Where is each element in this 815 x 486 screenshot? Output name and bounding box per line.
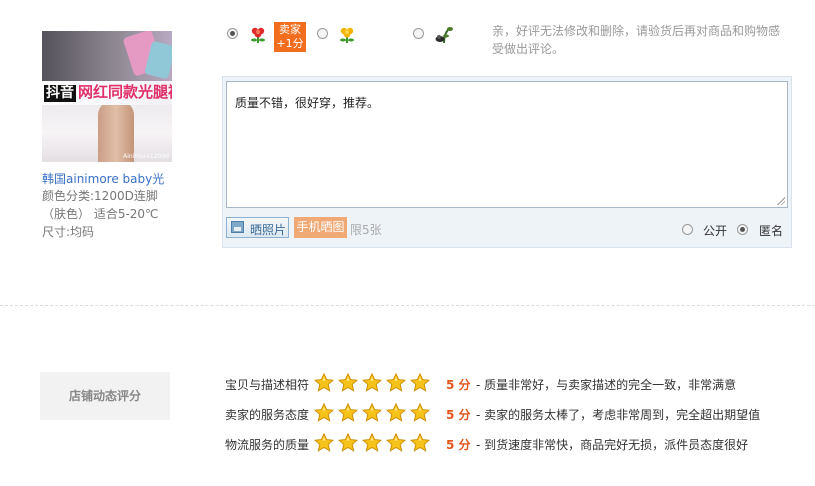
comment-textarea[interactable]: 质量不错，很好穿，推荐。 [226, 81, 788, 208]
star-icon[interactable] [337, 402, 359, 422]
star-icon[interactable] [361, 402, 383, 422]
rating-good-radio[interactable] [227, 28, 238, 39]
star-icon[interactable] [409, 432, 431, 452]
star-rating-service[interactable] [313, 402, 434, 423]
badge-line-2: +1分 [276, 37, 304, 50]
comment-text: 质量不错，很好穿，推荐。 [235, 96, 380, 110]
public-radio[interactable] [682, 224, 693, 235]
rating-bad-radio[interactable] [413, 28, 424, 39]
resize-grip-icon[interactable] [777, 197, 785, 205]
mobile-upload-button[interactable]: 手机晒图 [294, 217, 347, 238]
rating-hint: 亲，好评无法修改和删除，请验货后再对商品和购物感受做出评论。 [492, 24, 781, 56]
star-icon[interactable] [385, 432, 407, 452]
product-color-attr-cont: （肤色） 适合5-20℃ [42, 207, 159, 221]
withered-flower-icon [435, 27, 453, 44]
star-icon[interactable] [385, 402, 407, 422]
star-icon[interactable] [361, 432, 383, 452]
section-divider [0, 305, 815, 306]
desc-logistics: - 到货速度非常快，商品完好无损，派件员态度很好 [476, 438, 749, 452]
star-icon[interactable] [409, 402, 431, 422]
product-size-attr: 尺寸:均码 [42, 225, 95, 239]
product-name-link[interactable]: 韩国ainimore baby光 [42, 170, 164, 187]
star-icon[interactable] [313, 432, 335, 452]
yellow-flower-icon [340, 27, 354, 43]
anonymous-label: 匿名 [759, 224, 784, 238]
rating-neutral-radio[interactable] [317, 28, 328, 39]
score-description: 5 分 [446, 378, 471, 392]
rating-label-service: 卖家的服务态度 [225, 408, 310, 422]
score-service: 5 分 [446, 408, 471, 422]
rating-label-description: 宝贝与描述相符 [225, 378, 310, 392]
upload-photo-button[interactable]: 晒照片 [226, 217, 289, 238]
rating-label-logistics: 物流服务的质量 [225, 438, 310, 452]
thumbnail-title: 网红同款光腿袜 [78, 83, 172, 101]
star-rating-logistics[interactable] [313, 432, 434, 453]
thumbnail-watermark: Ainimore1200d [123, 153, 169, 160]
red-flower-icon [251, 27, 265, 43]
star-icon[interactable] [361, 372, 383, 392]
star-icon[interactable] [409, 372, 431, 392]
star-icon[interactable] [313, 402, 335, 422]
badge-line-1: 卖家 [279, 23, 301, 36]
star-icon[interactable] [313, 372, 335, 392]
desc-description: - 质量非常好，与卖家描述的完全一致，非常满意 [476, 378, 737, 392]
product-thumbnail[interactable]: 抖音 网红同款光腿袜 Ainimore1200d [42, 31, 172, 162]
star-icon[interactable] [385, 372, 407, 392]
seller-plus-one-badge: 卖家 +1分 [274, 22, 306, 52]
thumbnail-tag: 抖音 [44, 85, 76, 102]
upload-photo-label: 晒照片 [250, 223, 287, 237]
star-icon[interactable] [337, 432, 359, 452]
shop-rating-title: 店铺动态评分 [40, 372, 170, 420]
desc-service: - 卖家的服务太棒了，考虑非常周到，完全超出期望值 [476, 408, 761, 422]
public-label: 公开 [703, 224, 728, 238]
photo-limit-text: 限5张 [350, 223, 382, 237]
star-rating-description[interactable] [313, 372, 434, 393]
product-color-attr: 颜色分类:1200D连脚 [42, 189, 158, 203]
picture-icon [231, 221, 244, 233]
anonymous-radio[interactable] [737, 224, 748, 235]
score-logistics: 5 分 [446, 438, 471, 452]
star-icon[interactable] [337, 372, 359, 392]
